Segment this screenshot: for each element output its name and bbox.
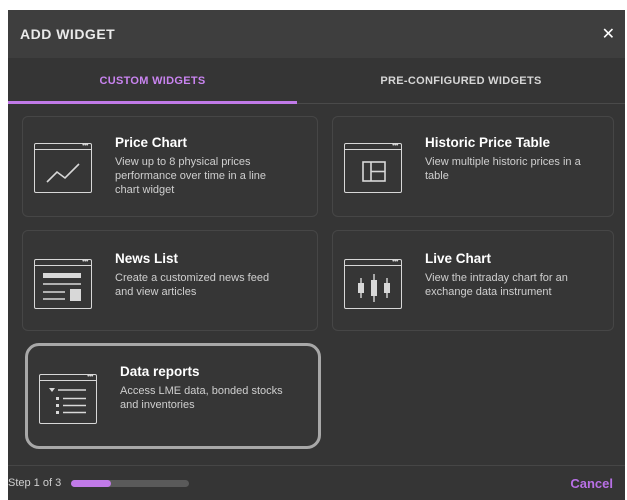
data-report-icon: ••• (39, 373, 97, 424)
widget-tabs: CUSTOM WIDGETS PRE-CONFIGURED WIDGETS (8, 58, 625, 104)
widget-card-data-reports[interactable]: ••• Data reports Access LME data, bonded… (25, 343, 321, 449)
widget-description: View up to 8 physical prices performance… (115, 156, 267, 196)
add-widget-dialog: ADD WIDGET ✕ CUSTOM WIDGETS PRE-CONFIGUR… (8, 10, 625, 500)
widget-title: News List (115, 251, 179, 266)
dialog-footer: Step 1 of 3 Cancel (8, 465, 625, 500)
dialog-title: ADD WIDGET (20, 26, 116, 42)
widget-description: View multiple historic prices in a table (425, 156, 581, 182)
widget-title: Historic Price Table (425, 135, 551, 150)
step-progress-bar (71, 479, 190, 487)
widget-card-live-chart[interactable]: ••• Live Chart View the intraday chart f… (332, 230, 614, 331)
step-progress-fill (71, 479, 111, 487)
cancel-button[interactable]: Cancel (570, 476, 613, 491)
widget-description: Create a customized news feed and view a… (115, 272, 270, 298)
candlestick-chart-icon: ••• (344, 258, 402, 309)
widget-card-historic-price-table[interactable]: ••• Historic Price Table View multiple h… (332, 116, 614, 217)
active-tab-indicator (8, 101, 297, 104)
widget-card-price-chart[interactable]: ••• Price Chart View up to 8 physical pr… (22, 116, 318, 217)
news-list-icon: ••• (34, 258, 92, 309)
widget-title: Data reports (120, 364, 200, 379)
table-icon: ••• (344, 142, 402, 193)
tab-pre-configured-widgets[interactable]: PRE-CONFIGURED WIDGETS (297, 58, 625, 103)
tab-custom-widgets[interactable]: CUSTOM WIDGETS (8, 58, 297, 103)
close-icon[interactable]: ✕ (602, 24, 615, 44)
step-indicator: Step 1 of 3 (8, 477, 62, 489)
widget-description: Access LME data, bonded stocks and inven… (120, 385, 283, 411)
line-chart-icon: ••• (34, 142, 92, 193)
widget-description: View the intraday chart for an exchange … (425, 272, 568, 298)
widget-title: Live Chart (425, 251, 492, 266)
widget-card-news-list[interactable]: ••• News List Create a customized news f… (22, 230, 318, 331)
widget-title: Price Chart (115, 135, 188, 150)
dialog-header: ADD WIDGET ✕ (8, 10, 625, 58)
